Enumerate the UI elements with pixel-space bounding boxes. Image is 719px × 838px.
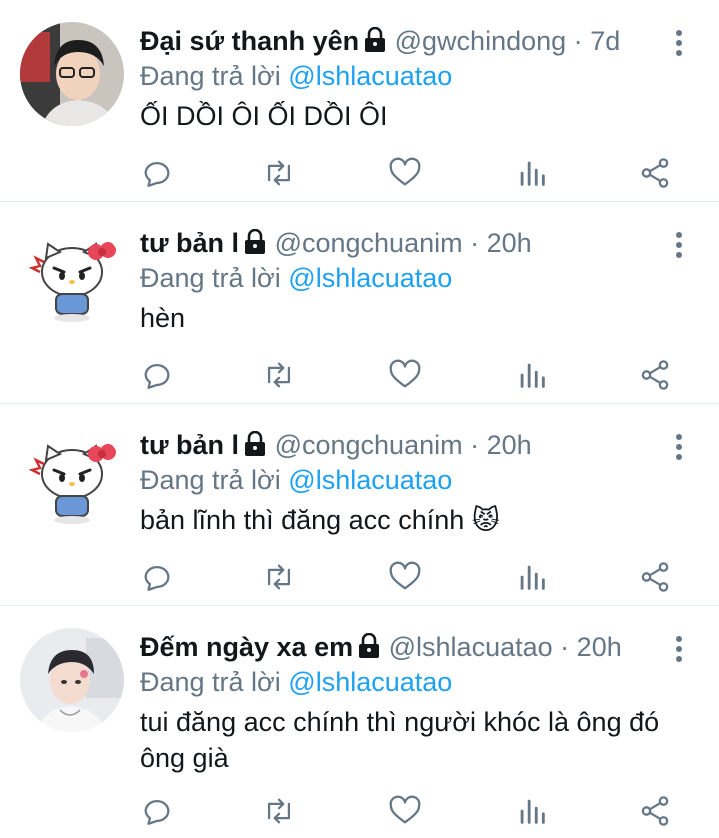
- analytics-icon[interactable]: [515, 358, 549, 392]
- analytics-icon[interactable]: [515, 560, 549, 594]
- timestamp[interactable]: 20h: [487, 430, 532, 460]
- reply-icon[interactable]: [140, 156, 174, 190]
- analytics-icon[interactable]: [515, 156, 549, 190]
- replying-to-label: Đang trả lời: [140, 465, 281, 495]
- lock-icon: [357, 632, 381, 667]
- display-name[interactable]: tư bản l: [140, 430, 239, 460]
- heart-icon[interactable]: [388, 156, 422, 190]
- user-handle[interactable]: @congchuanim: [275, 228, 463, 258]
- more-vertical-icon[interactable]: [669, 28, 689, 60]
- replying-to-mention[interactable]: @lshlacuatao: [288, 263, 452, 293]
- heart-icon[interactable]: [388, 560, 422, 594]
- retweet-icon[interactable]: [262, 156, 296, 190]
- avatar[interactable]: [20, 224, 124, 328]
- display-name[interactable]: tư bản l: [140, 228, 239, 258]
- share-icon[interactable]: [638, 794, 672, 828]
- tweet-text: bản lĩnh thì đăng acc chính 😾: [140, 505, 500, 535]
- user-handle[interactable]: @gwchindong: [395, 26, 567, 56]
- more-vertical-icon[interactable]: [669, 230, 689, 262]
- separator-dot: ·: [470, 228, 480, 258]
- avatar[interactable]: [20, 426, 124, 530]
- heart-icon[interactable]: [388, 358, 422, 392]
- separator-dot: ·: [470, 430, 480, 460]
- share-icon[interactable]: [638, 358, 672, 392]
- share-icon[interactable]: [638, 560, 672, 594]
- tweet-header: tư bản l @congchuanim · 20h: [140, 226, 659, 263]
- tweet-actions: [140, 794, 679, 834]
- retweet-icon[interactable]: [262, 560, 296, 594]
- tweet-header: Đếm ngày xa em @lshlacuatao · 20h: [140, 630, 659, 667]
- retweet-icon[interactable]: [262, 794, 296, 828]
- separator-dot: ·: [573, 26, 583, 56]
- timestamp[interactable]: 20h: [577, 632, 622, 662]
- separator-dot: ·: [560, 632, 570, 662]
- reply-icon[interactable]: [140, 358, 174, 392]
- retweet-icon[interactable]: [262, 358, 296, 392]
- more-vertical-icon[interactable]: [669, 634, 689, 666]
- tweet-header: tư bản l @congchuanim · 20h: [140, 428, 659, 465]
- replying-to-mention[interactable]: @lshlacuatao: [288, 61, 452, 91]
- tweet-actions: [140, 358, 679, 398]
- replying-to-label: Đang trả lời: [140, 263, 281, 293]
- user-handle[interactable]: @congchuanim: [275, 430, 463, 460]
- replying-to: Đang trả lời @lshlacuatao: [140, 58, 452, 94]
- replying-to: Đang trả lời @lshlacuatao: [140, 260, 452, 296]
- tweet-header: Đại sứ thanh yên @gwchindong · 7d: [140, 24, 659, 61]
- tweet[interactable]: tư bản l @congchuanim · 20h Đang trả lời…: [0, 404, 719, 606]
- tweet-actions: [140, 560, 679, 600]
- display-name[interactable]: Đại sứ thanh yên: [140, 26, 359, 56]
- tweet[interactable]: Đếm ngày xa em @lshlacuatao · 20h Đang t…: [0, 606, 719, 838]
- replying-to: Đang trả lời @lshlacuatao: [140, 462, 452, 498]
- more-vertical-icon[interactable]: [669, 432, 689, 464]
- tweet-text: ỐI DỒI ÔI ỐI DỒI ÔI: [140, 101, 388, 131]
- tweet[interactable]: Đại sứ thanh yên @gwchindong · 7d Đang t…: [0, 0, 719, 202]
- user-handle[interactable]: @lshlacuatao: [389, 632, 553, 662]
- tweet[interactable]: tư bản l @congchuanim · 20h Đang trả lời…: [0, 202, 719, 404]
- timestamp[interactable]: 7d: [590, 26, 620, 56]
- replying-to-mention[interactable]: @lshlacuatao: [288, 465, 452, 495]
- replying-to-label: Đang trả lời: [140, 667, 281, 697]
- analytics-icon[interactable]: [515, 794, 549, 828]
- lock-icon: [363, 26, 387, 61]
- reply-icon[interactable]: [140, 560, 174, 594]
- share-icon[interactable]: [638, 156, 672, 190]
- lock-icon: [243, 228, 267, 263]
- replying-to: Đang trả lời @lshlacuatao: [140, 664, 452, 700]
- avatar[interactable]: [20, 628, 124, 732]
- replying-to-label: Đang trả lời: [140, 61, 281, 91]
- tweet-actions: [140, 156, 679, 196]
- reply-icon[interactable]: [140, 794, 174, 828]
- heart-icon[interactable]: [388, 794, 422, 828]
- display-name[interactable]: Đếm ngày xa em: [140, 632, 353, 662]
- avatar[interactable]: [20, 22, 124, 126]
- lock-icon: [243, 430, 267, 465]
- tweet-text: tui đăng acc chính thì người khóc là ông…: [140, 707, 660, 773]
- replying-to-mention[interactable]: @lshlacuatao: [288, 667, 452, 697]
- timestamp[interactable]: 20h: [487, 228, 532, 258]
- tweet-text: hèn: [140, 303, 186, 333]
